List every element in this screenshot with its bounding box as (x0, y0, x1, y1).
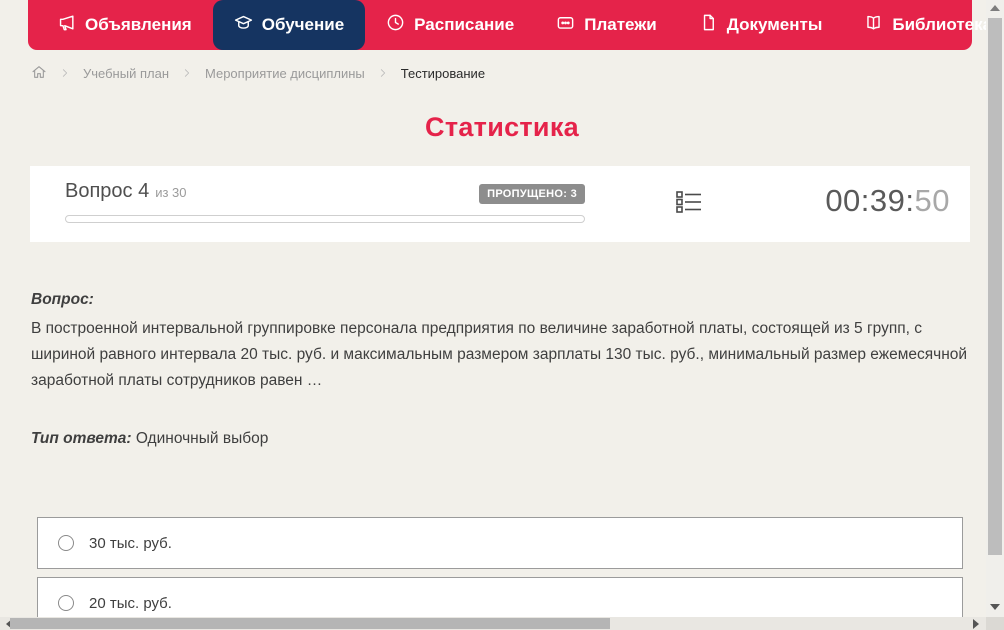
breadcrumb-item-discipline-event[interactable]: Мероприятие дисциплины (205, 66, 365, 81)
nav-item-library[interactable]: Библиотека (843, 0, 1004, 50)
nav-item-schedule[interactable]: Расписание (365, 0, 535, 50)
answer-option-label: 30 тыс. руб. (89, 534, 172, 552)
scrollbar-corner (986, 617, 1004, 630)
nav-item-label: Документы (726, 15, 823, 34)
answer-type-label: Тип ответа: (31, 430, 132, 447)
breadcrumb-separator-icon (60, 66, 70, 81)
nav-item-payments[interactable]: Платежи (535, 0, 678, 50)
radio-button-icon[interactable] (58, 535, 74, 551)
breadcrumb: Учебный план Мероприятие дисциплины Тест… (31, 62, 485, 84)
nav-item-announcements[interactable]: Объявления (36, 0, 213, 50)
horizontal-scrollbar[interactable] (0, 617, 986, 630)
timer-main: 00:39: (825, 183, 915, 218)
answer-options: 30 тыс. руб. 20 тыс. руб. (37, 517, 963, 630)
question-list-icon (675, 189, 703, 220)
horizontal-scrollbar-thumb[interactable] (10, 618, 610, 629)
vertical-scrollbar-thumb[interactable] (988, 18, 1002, 555)
page-title: Статистика (425, 112, 579, 142)
nav-item-label: Платежи (584, 15, 657, 34)
skipped-badge: ПРОПУЩЕНО: 3 (479, 184, 585, 204)
nav-item-learning[interactable]: Обучение (212, 0, 366, 50)
question-progress-bar (65, 215, 585, 223)
radio-button-icon[interactable] (58, 595, 74, 611)
breadcrumb-item-testing: Тестирование (400, 65, 486, 81)
nav-item-label: Объявления (85, 15, 192, 34)
question-prompt-label: Вопрос: (31, 291, 94, 308)
nav-item-label: Библиотека (892, 15, 993, 34)
answer-type-row: Тип ответа: Одиночный выбор (31, 430, 268, 448)
book-icon (864, 13, 883, 37)
question-text: В построенной интервальной группировке п… (31, 320, 968, 389)
answer-type-value: Одиночный выбор (135, 430, 269, 447)
megaphone-icon (57, 13, 76, 37)
question-progress-block: Вопрос 4 из 30 ПРОПУЩЕНО: 3 (65, 180, 585, 223)
payment-card-icon (556, 13, 575, 37)
graduation-cap-icon (234, 13, 253, 37)
home-icon[interactable] (31, 64, 47, 83)
breadcrumb-separator-icon (182, 66, 192, 81)
question-total: из 30 (155, 185, 187, 200)
main-nav: Объявления Обучение Расписание Платежи Д… (28, 0, 1004, 50)
vertical-scrollbar[interactable] (986, 0, 1004, 617)
scroll-down-arrow-icon[interactable] (986, 599, 1004, 615)
document-icon (699, 13, 718, 37)
nav-item-label: Обучение (261, 15, 345, 34)
nav-item-documents[interactable]: Документы (678, 0, 844, 50)
scroll-right-arrow-icon[interactable] (972, 617, 984, 630)
question-list-button[interactable] (674, 190, 704, 218)
question-body: Вопрос: В построенной интервальной групп… (31, 291, 971, 394)
scroll-up-arrow-icon[interactable] (986, 0, 1004, 16)
question-header-card: Вопрос 4 из 30 ПРОПУЩЕНО: 3 00:39:50 (30, 166, 970, 242)
timer: 00:39:50 (825, 183, 950, 219)
clock-icon (386, 13, 405, 37)
breadcrumb-item-curriculum[interactable]: Учебный план (83, 66, 169, 81)
question-number: Вопрос 4 (65, 180, 150, 202)
timer-seconds: 50 (914, 183, 950, 218)
nav-item-label: Расписание (414, 15, 515, 34)
breadcrumb-separator-icon (378, 66, 388, 81)
answer-option-label: 20 тыс. руб. (89, 594, 172, 612)
answer-option[interactable]: 30 тыс. руб. (37, 517, 963, 569)
